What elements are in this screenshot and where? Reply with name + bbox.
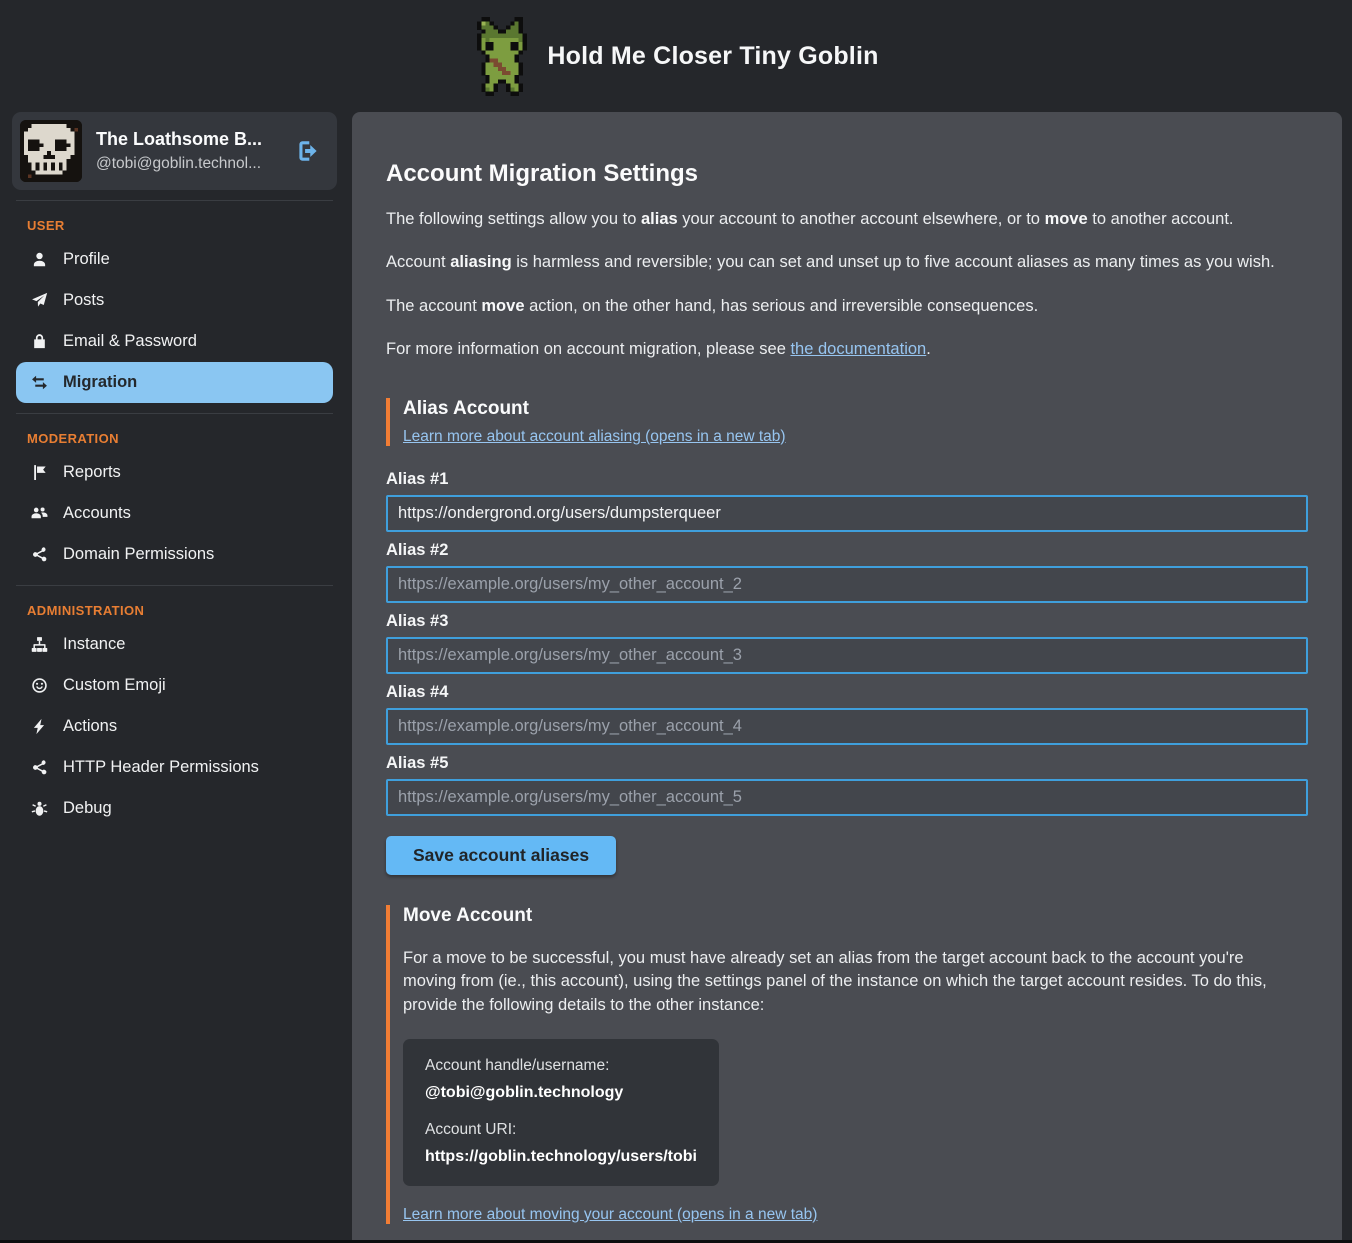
alias-field-4: Alias #4 [386,683,1308,745]
sidebar-item-profile[interactable]: Profile [16,239,333,280]
alias-3-label: Alias #3 [386,612,1308,631]
sidebar-item-reports[interactable]: Reports [16,452,333,493]
sidebar-item-email-password[interactable]: Email & Password [16,321,333,362]
account-handle-value: @tobi@goblin.technology [425,1084,697,1102]
alias-fields: Alias #1 Alias #2 Alias #3 Alias #4 Alia… [386,470,1308,816]
sidebar-item-custom-emoji[interactable]: Custom Emoji [16,665,333,706]
account-uri-value: https://goblin.technology/users/tobi [425,1148,697,1166]
user-icon [30,251,48,268]
sidebar-item-label: Accounts [63,504,131,523]
sidebar-item-debug[interactable]: Debug [16,788,333,829]
sidebar-item-label: Debug [63,799,112,818]
user-card: The Loathsome B... @tobi@goblin.technol.… [12,112,337,190]
page-title: Account Migration Settings [386,160,1308,188]
alias-5-input[interactable] [386,779,1308,816]
alias-5-label: Alias #5 [386,754,1308,773]
share-nodes-icon [30,759,48,776]
move-account-section: Move Account For a move to be successful… [386,905,1308,1224]
account-handle-label: Account handle/username: [425,1057,697,1075]
sidebar-section-moderation: MODERATION [27,431,337,446]
users-icon [30,505,48,522]
alias-1-label: Alias #1 [386,470,1308,489]
move-learn-more-link[interactable]: Learn more about moving your account (op… [403,1206,1308,1224]
intro-paragraph-3: The account move action, on the other ha… [386,295,1308,318]
goblin-pixel-logo [473,17,531,96]
sidebar-item-label: Posts [63,291,104,310]
intro-paragraph-1: The following settings allow you to alia… [386,208,1308,231]
sidebar-divider [16,413,333,414]
sidebar-item-label: Custom Emoji [63,676,166,695]
alias-field-1: Alias #1 [386,470,1308,532]
account-details-box: Account handle/username: @tobi@goblin.te… [403,1039,719,1186]
user-names: The Loathsome B... @tobi@goblin.technol.… [96,129,281,173]
sidebar-item-label: Domain Permissions [63,545,214,564]
account-uri-label: Account URI: [425,1121,697,1139]
alias-4-input[interactable] [386,708,1308,745]
paper-plane-icon [30,292,48,309]
alias-3-input[interactable] [386,637,1308,674]
alias-field-3: Alias #3 [386,612,1308,674]
sidebar-item-accounts[interactable]: Accounts [16,493,333,534]
move-account-description: For a move to be successful, you must ha… [403,947,1287,1017]
sidebar-divider [16,200,333,201]
alias-account-heading: Alias Account [403,398,1308,420]
documentation-link[interactable]: the documentation [790,340,926,358]
sidebar-item-label: Profile [63,250,110,269]
sidebar-item-migration[interactable]: Migration [16,362,333,403]
sidebar-item-http-header-permissions[interactable]: HTTP Header Permissions [16,747,333,788]
sidebar-item-posts[interactable]: Posts [16,280,333,321]
save-account-aliases-button[interactable]: Save account aliases [386,836,616,875]
sidebar: The Loathsome B... @tobi@goblin.technol.… [12,112,337,1243]
share-nodes-icon [30,546,48,563]
sidebar-item-label: Migration [63,373,137,392]
alias-learn-more-link[interactable]: Learn more about account aliasing (opens… [403,428,786,445]
sidebar-item-domain-permissions[interactable]: Domain Permissions [16,534,333,575]
sidebar-item-instance[interactable]: Instance [16,624,333,665]
intro-paragraph-2: Account aliasing is harmless and reversi… [386,251,1308,274]
app-title: Hold Me Closer Tiny Goblin [547,42,878,71]
move-account-heading: Move Account [403,905,1308,927]
lock-icon [30,333,48,350]
sidebar-item-label: HTTP Header Permissions [63,758,259,777]
sidebar-item-label: Instance [63,635,125,654]
sidebar-section-administration: ADMINISTRATION [27,603,337,618]
sitemap-icon [30,636,48,653]
sidebar-item-label: Email & Password [63,332,197,351]
alias-4-label: Alias #4 [386,683,1308,702]
skull-avatar [20,120,82,182]
settings-page: Hold Me Closer Tiny Goblin The Loathsome… [0,0,1352,1243]
sidebar-divider [16,585,333,586]
sidebar-item-label: Actions [63,717,117,736]
user-handle: @tobi@goblin.technol... [96,155,281,173]
sidebar-item-actions[interactable]: Actions [16,706,333,747]
bolt-icon [30,718,48,735]
app-header: Hold Me Closer Tiny Goblin [0,0,1352,112]
sidebar-item-label: Reports [63,463,121,482]
main-panel: Account Migration Settings The following… [352,112,1342,1243]
alias-account-section-header: Alias Account Learn more about account a… [386,398,1308,446]
alias-1-input[interactable] [386,495,1308,532]
alias-field-2: Alias #2 [386,541,1308,603]
alias-field-5: Alias #5 [386,754,1308,816]
sign-out-icon[interactable] [295,138,321,164]
alias-2-label: Alias #2 [386,541,1308,560]
intro-paragraph-4: For more information on account migratio… [386,338,1308,361]
smiley-icon [30,677,48,694]
alias-2-input[interactable] [386,566,1308,603]
flag-icon [30,464,48,481]
sidebar-section-user: USER [27,218,337,233]
bug-icon [30,800,48,817]
user-display-name: The Loathsome B... [96,129,281,150]
arrows-left-right-icon [30,374,48,391]
